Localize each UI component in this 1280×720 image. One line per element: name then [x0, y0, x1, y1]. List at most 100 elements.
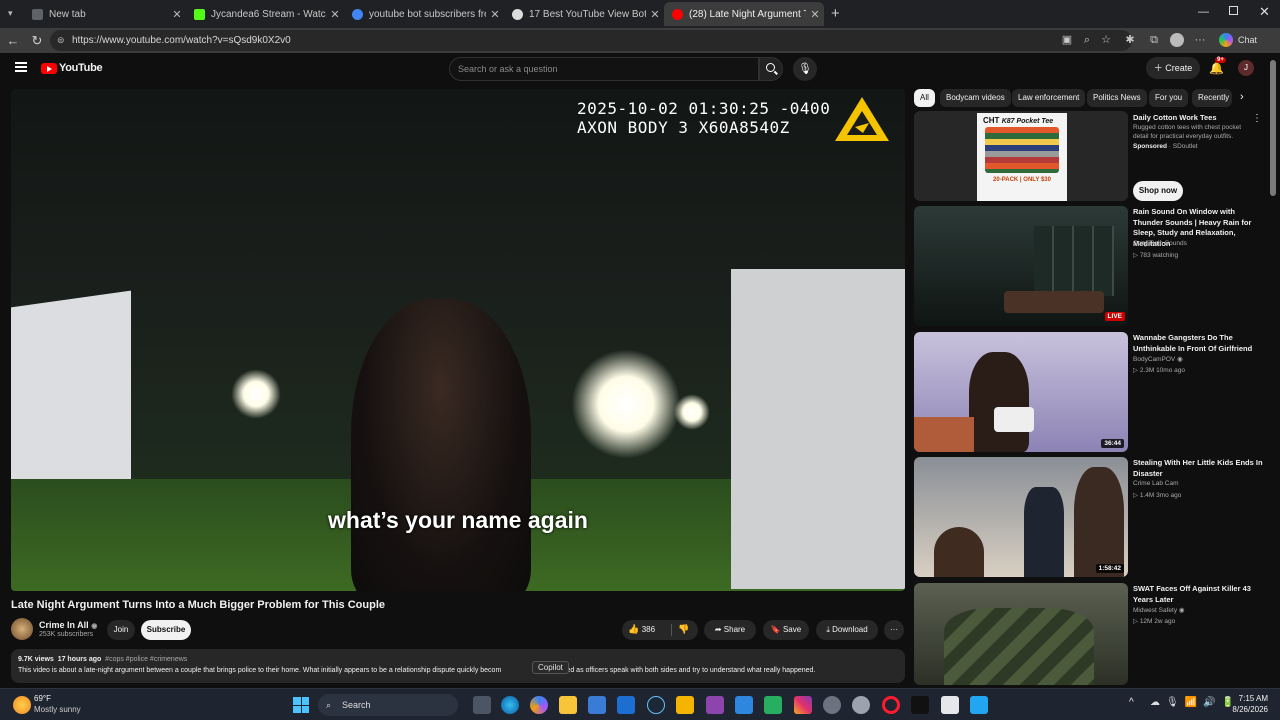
- more-actions-button[interactable]: ···: [884, 620, 904, 640]
- close-window-icon[interactable]: ✕: [1259, 4, 1270, 20]
- hashtags[interactable]: #cops #police #crimenews: [105, 656, 187, 663]
- app-icon[interactable]: ▣: [1060, 33, 1074, 47]
- menu-icon[interactable]: [15, 62, 27, 72]
- search-button[interactable]: [759, 57, 783, 81]
- ad-thumbnail[interactable]: CHT K87 Pocket Tee 20-PACK | ONLY $30: [914, 111, 1128, 201]
- tray-chevron-icon[interactable]: ^: [1129, 697, 1134, 708]
- share-button[interactable]: ➦ Share: [704, 620, 756, 640]
- notifications-bell-icon[interactable]: 🔔: [1209, 61, 1224, 75]
- description-text-start: This video is about a late-night argumen…: [18, 667, 502, 674]
- tab-new-tab[interactable]: New tab ✕: [24, 2, 186, 26]
- new-tab-button[interactable]: +: [831, 5, 840, 22]
- video-player[interactable]: 2025-10-02 01:30:25 -0400 AXON BODY 3 X6…: [11, 89, 905, 591]
- tab-search[interactable]: youtube bot subscribers free - Sea✕: [344, 2, 504, 26]
- extensions-icon[interactable]: ⧉: [1147, 33, 1161, 47]
- clock-date[interactable]: 8/26/2026: [1220, 705, 1268, 714]
- ad-title[interactable]: Daily Cotton Work Tees: [1133, 113, 1263, 124]
- outlook-icon[interactable]: [617, 696, 635, 714]
- youtube-logo[interactable]: YouTube: [41, 62, 103, 74]
- subscribe-button[interactable]: Subscribe: [141, 620, 191, 640]
- recommendation-title[interactable]: Wannabe Gangsters Do The Unthinkable In …: [1133, 333, 1263, 354]
- recommendation-title[interactable]: Stealing With Her Little Kids Ends In Di…: [1133, 458, 1263, 479]
- chip-politics-news[interactable]: Politics News: [1087, 89, 1147, 107]
- thumbs-down-icon[interactable]: 👎: [678, 624, 689, 635]
- app-doc-icon[interactable]: [941, 696, 959, 714]
- taskbar-search[interactable]: ⌕ Search: [318, 694, 458, 716]
- copilot-app-icon[interactable]: [530, 696, 548, 714]
- minimize-icon[interactable]: —: [1198, 6, 1209, 18]
- weather-icon[interactable]: [13, 696, 31, 714]
- start-button[interactable]: [293, 697, 309, 713]
- task-view-icon[interactable]: [473, 696, 491, 714]
- opera-icon[interactable]: [882, 696, 900, 714]
- copilot-chat-label[interactable]: Chat: [1238, 35, 1257, 45]
- instagram-icon[interactable]: [794, 696, 812, 714]
- steam-icon[interactable]: [647, 696, 665, 714]
- ad-more-icon[interactable]: ⋮: [1252, 113, 1262, 124]
- app-r-icon[interactable]: [676, 696, 694, 714]
- tab-youtube-active[interactable]: (28) Late Night Argument Turns In✕: [664, 2, 824, 26]
- settings-icon[interactable]: [823, 696, 841, 714]
- store-icon[interactable]: [588, 696, 606, 714]
- chip-for-you[interactable]: For you: [1149, 89, 1189, 107]
- file-explorer-icon[interactable]: [559, 696, 577, 714]
- recommendation-thumbnail[interactable]: 36:44: [914, 332, 1128, 452]
- channel-avatar[interactable]: [11, 618, 33, 640]
- weather-desc[interactable]: Mostly sunny: [34, 705, 81, 714]
- back-icon[interactable]: ←: [4, 32, 22, 50]
- chip-bodycam-videos[interactable]: Bodycam videos: [940, 89, 1011, 107]
- recommendation-channel[interactable]: Midwest Safety ◉: [1133, 606, 1185, 614]
- close-icon[interactable]: ✕: [168, 8, 186, 21]
- profile-avatar[interactable]: [1170, 33, 1184, 47]
- site-info-icon[interactable]: ⊜: [57, 30, 65, 51]
- description-box[interactable]: 9.7K views 17 hours ago #cops #police #c…: [11, 649, 905, 683]
- recommendation-channel[interactable]: BodyCamPOV ◉: [1133, 355, 1183, 363]
- app-blue-icon[interactable]: [970, 696, 988, 714]
- close-icon[interactable]: ✕: [486, 8, 504, 21]
- recommendation-title[interactable]: SWAT Faces Off Against Killer 43 Years L…: [1133, 584, 1263, 605]
- page-scrollbar[interactable]: [1270, 60, 1276, 196]
- close-icon[interactable]: ✕: [326, 8, 344, 21]
- more-icon[interactable]: ···: [1193, 33, 1207, 47]
- recommendation-channel[interactable]: Cozy Rain Sounds: [1133, 240, 1187, 247]
- copilot-icon[interactable]: [1219, 33, 1233, 47]
- download-button[interactable]: ⤓ Download: [816, 620, 878, 640]
- chip-recently[interactable]: Recently: [1192, 89, 1232, 107]
- tab-actions-icon[interactable]: ▾: [8, 8, 13, 19]
- zoom-icon[interactable]: ⌕: [1080, 33, 1094, 47]
- reload-icon[interactable]: ↻: [28, 32, 46, 50]
- recommendation-channel[interactable]: Crime Lab Cam: [1133, 480, 1179, 487]
- chevron-right-icon[interactable]: ›: [1240, 91, 1244, 103]
- recommendation-thumbnail[interactable]: 1:58:42: [914, 457, 1128, 577]
- close-icon[interactable]: ✕: [646, 8, 664, 21]
- create-button[interactable]: ＋ Create: [1146, 57, 1200, 79]
- chip-all[interactable]: All: [914, 89, 935, 107]
- chip-law-enforcement[interactable]: Law enforcement: [1012, 89, 1086, 107]
- voice-search-button[interactable]: 🎙: [793, 57, 817, 81]
- favorites-bar-icon[interactable]: ✱: [1123, 33, 1137, 47]
- app-stack-icon[interactable]: [735, 696, 753, 714]
- maximize-icon[interactable]: [1229, 6, 1238, 15]
- like-button[interactable]: 👍 386: [628, 624, 655, 635]
- recommendation-thumbnail[interactable]: LIVE: [914, 206, 1128, 326]
- recommendation-thumbnail[interactable]: [914, 583, 1128, 685]
- favorite-icon[interactable]: ☆: [1099, 33, 1113, 47]
- app-grid-icon[interactable]: [706, 696, 724, 714]
- app-bars-icon[interactable]: [911, 696, 929, 714]
- address-bar[interactable]: ⊜ https://www.youtube.com/watch?v=sQsd9k…: [50, 30, 1132, 51]
- play-icon: ▷: [1133, 492, 1140, 499]
- app-circle-icon[interactable]: [852, 696, 870, 714]
- shop-now-button[interactable]: Shop now: [1133, 181, 1183, 201]
- tab-kick-stream[interactable]: Jycandea6 Stream - Watch Live on✕: [186, 2, 344, 26]
- app-green-icon[interactable]: [764, 696, 782, 714]
- save-button[interactable]: 🔖 Save: [763, 620, 809, 640]
- account-avatar[interactable]: J: [1238, 60, 1254, 76]
- search-input[interactable]: Search or ask a question: [449, 57, 759, 81]
- weather-temp[interactable]: 69°F: [34, 694, 51, 703]
- close-icon[interactable]: ✕: [806, 8, 824, 21]
- clock-time[interactable]: 7:15 AM: [1224, 694, 1268, 703]
- channel-name[interactable]: Crime In All ◉: [39, 620, 97, 630]
- join-button[interactable]: Join: [107, 620, 135, 640]
- tab-view-bots[interactable]: 17 Best YouTube View Bots for Fre✕: [504, 2, 664, 26]
- edge-icon[interactable]: [501, 696, 519, 714]
